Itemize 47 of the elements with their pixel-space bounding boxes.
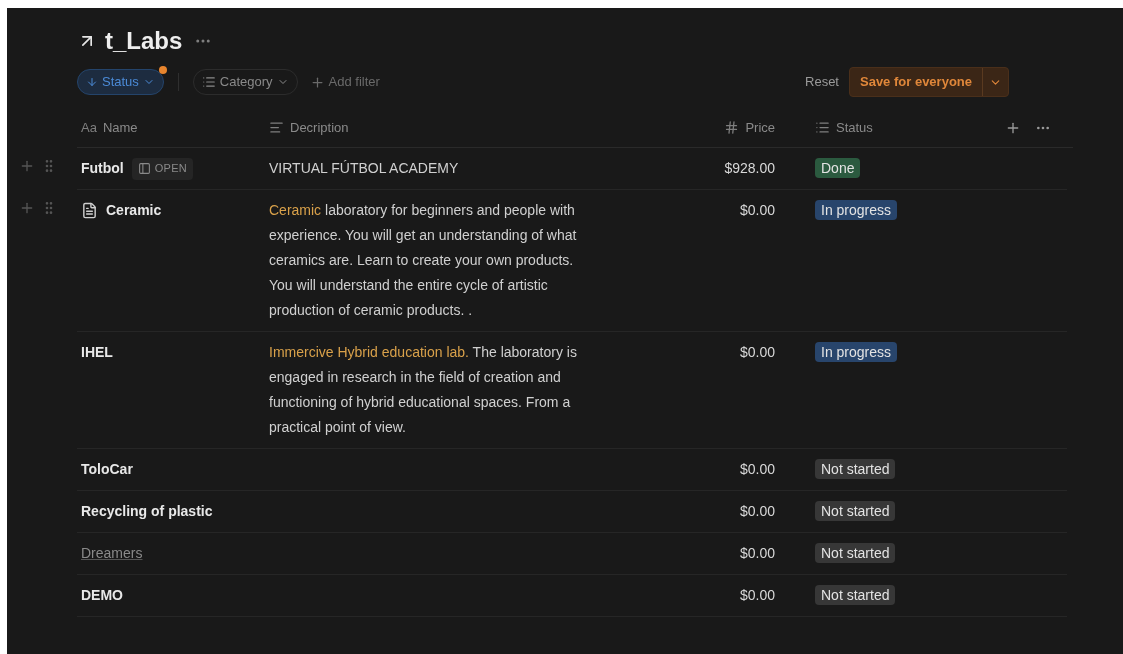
panel-icon xyxy=(137,162,151,175)
text-lines-icon xyxy=(269,120,284,135)
column-label: Status xyxy=(836,118,873,137)
column-header[interactable]: Status xyxy=(805,117,995,138)
plus-icon xyxy=(309,74,325,90)
price-cell: $0.00 xyxy=(739,461,775,477)
description-text: Immercive Hybrid education lab. The laboratory is engaged in research in the field of creation and functioning of hybrid educational spaces. From a practical point of view. xyxy=(269,343,578,437)
text-type-icon: Aa xyxy=(81,117,97,138)
row-name[interactable]: Ceramic xyxy=(106,198,162,223)
row-name[interactable]: DEMO xyxy=(81,583,123,608)
column-label: Decription xyxy=(290,118,349,137)
database-title: t_Labs xyxy=(105,26,183,56)
description-text: Ceramic laboratory for beginners and people with experience. You will get an understanding of what ceramics are. Learn to create your own products. You will understand the entire cycle of artistic production of ceramic products. . xyxy=(269,201,578,320)
status-tag[interactable]: Not started xyxy=(815,501,896,521)
filter-chip[interactable]: Status xyxy=(77,69,164,95)
row-name[interactable]: ToloCar xyxy=(81,457,133,482)
column-header[interactable]: Price xyxy=(625,117,805,138)
hash-icon xyxy=(724,120,740,135)
row-name[interactable]: Recycling of plastic xyxy=(81,499,213,524)
description-text: VIRTUAL FÚTBOL ACADEMY xyxy=(269,159,460,178)
status-tag[interactable]: Done xyxy=(815,158,861,178)
row-name[interactable]: IHEL xyxy=(81,340,113,365)
status-tag[interactable]: Not started xyxy=(815,543,896,563)
list-icon xyxy=(201,75,216,89)
status-tag[interactable]: Not started xyxy=(815,585,896,605)
row-name[interactable]: Futbol xyxy=(81,156,124,181)
arrow-down-icon xyxy=(86,76,98,88)
status-tag[interactable]: Not started xyxy=(815,459,896,479)
column-label: Price xyxy=(745,118,775,137)
reset-button[interactable]: Reset xyxy=(805,72,839,92)
row-name[interactable]: Dreamers xyxy=(81,541,143,566)
save-label[interactable]: Save for everyone xyxy=(850,72,982,92)
price-cell: $928.00 xyxy=(724,160,775,176)
column-label: Name xyxy=(102,118,138,137)
column-header[interactable]: Aa Name xyxy=(77,117,265,138)
price-cell: $0.00 xyxy=(739,503,775,519)
price-cell: $0.00 xyxy=(739,202,775,218)
status-tag[interactable]: In progress xyxy=(815,342,898,362)
price-cell: $0.00 xyxy=(739,545,775,561)
column-header[interactable]: Decription xyxy=(265,117,625,138)
status-tag[interactable]: In progress xyxy=(815,200,898,220)
open-button[interactable]: OPEN xyxy=(131,157,194,180)
add-filter-button[interactable]: Add filter xyxy=(309,72,380,92)
price-cell: $0.00 xyxy=(739,344,775,360)
list-icon xyxy=(815,120,830,135)
price-cell: $0.00 xyxy=(739,587,775,603)
save-split-button[interactable]: Save for everyone xyxy=(849,67,1009,97)
